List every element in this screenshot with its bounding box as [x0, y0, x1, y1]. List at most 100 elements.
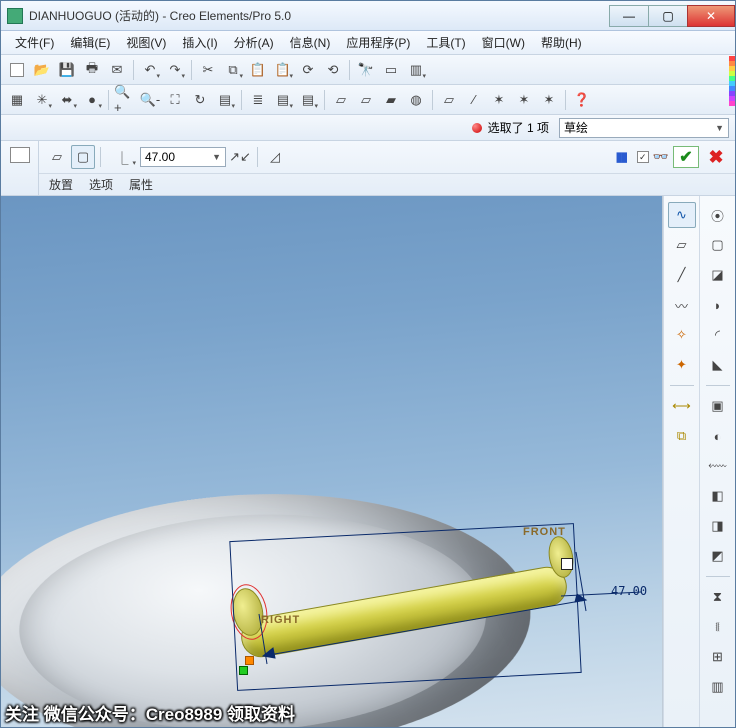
selfilter-button[interactable]: ▥	[404, 58, 428, 82]
redo-button[interactable]: ↷	[163, 58, 187, 82]
project-icon[interactable]: ▥	[704, 674, 732, 700]
shading-button[interactable]: ◍	[404, 88, 428, 112]
datum-point-toggle[interactable]: ✶	[487, 88, 511, 112]
spin-center-button[interactable]: ✳	[30, 88, 54, 112]
wave-icon[interactable]: 〰	[668, 292, 696, 318]
undo-button[interactable]: ↶	[138, 58, 162, 82]
orient-button[interactable]: ⬌	[55, 88, 79, 112]
sweep-icon[interactable]: ⬳	[704, 453, 732, 479]
regen-auto-button[interactable]: ⟲	[321, 58, 345, 82]
cut-button[interactable]: ✂	[196, 58, 220, 82]
datum-plane-toggle[interactable]: ▱	[437, 88, 461, 112]
extrude-icon[interactable]: ▣	[704, 393, 732, 419]
depth-type-button[interactable]: ⎿	[106, 145, 138, 169]
find-button[interactable]: 🔭	[354, 58, 378, 82]
datum-axis-toggle[interactable]: ⁄	[462, 88, 486, 112]
annot-toggle[interactable]: ✶	[537, 88, 561, 112]
dimension-icon[interactable]: ⟷	[668, 393, 696, 419]
menu-info[interactable]: 信息(N)	[282, 31, 339, 54]
rib-icon[interactable]: ◪	[704, 262, 732, 288]
menu-window[interactable]: 窗口(W)	[474, 31, 533, 54]
menu-app[interactable]: 应用程序(P)	[338, 31, 418, 54]
separator	[565, 90, 566, 110]
menu-edit[interactable]: 编辑(E)	[62, 31, 118, 54]
minimize-button[interactable]: —	[609, 5, 649, 27]
menu-tools[interactable]: 工具(T)	[418, 31, 473, 54]
record-icon	[472, 123, 482, 133]
separator	[133, 60, 134, 80]
maximize-button[interactable]: ▢	[648, 5, 688, 27]
app-window: DIANHUOGUO (活动的) - Creo Elements/Pro 5.0…	[0, 0, 736, 728]
shell-icon[interactable]: ▢	[704, 232, 732, 258]
regen-button[interactable]: ⟳	[296, 58, 320, 82]
flip-depth-button[interactable]: ↗↙	[228, 145, 252, 169]
depth-value-input[interactable]: 47.00 ▼	[140, 147, 226, 167]
paste-button[interactable]: 📋	[246, 58, 270, 82]
blend-icon[interactable]: ◧	[704, 483, 732, 509]
ok-button[interactable]: ✔	[673, 146, 699, 168]
mirror-icon[interactable]: ⧗	[704, 584, 732, 610]
layers-button[interactable]: ≣	[246, 88, 270, 112]
model-tree-button[interactable]: ▤	[296, 88, 320, 112]
reorient-button[interactable]: ↻	[188, 88, 212, 112]
pattern-icon[interactable]: ⊞	[704, 644, 732, 670]
surface-toggle[interactable]: ▢	[71, 145, 95, 169]
print-button[interactable]: 🖶	[80, 58, 104, 82]
line-icon[interactable]: ╱	[668, 262, 696, 288]
tab-props[interactable]: 属性	[129, 176, 153, 193]
no-hidden-button[interactable]: ▰	[379, 88, 403, 112]
shade-button[interactable]: ●	[80, 88, 104, 112]
selection-filter-combo[interactable]: 草绘 ▼	[559, 118, 729, 138]
remove-material-button[interactable]: ◿	[263, 145, 287, 169]
save-button[interactable]: 💾	[55, 58, 79, 82]
zoomin-button[interactable]: 🔍+	[113, 88, 137, 112]
boundary-icon[interactable]: ◩	[704, 543, 732, 569]
chamfer-icon[interactable]: ◣	[704, 352, 732, 378]
dashboard-tabs: 放置 选项 属性	[39, 173, 735, 195]
preview-checkbox[interactable]: ✓	[637, 151, 649, 163]
refit-button[interactable]: ⛶	[163, 88, 187, 112]
selection-filter-value: 草绘	[564, 119, 588, 136]
hidden-line-button[interactable]: ▱	[354, 88, 378, 112]
close-button[interactable]: ✕	[687, 5, 735, 27]
solid-toggle[interactable]: ▱	[45, 145, 69, 169]
csys-icon[interactable]: ✦	[668, 352, 696, 378]
dimension-value[interactable]: 47.00	[611, 584, 647, 598]
menu-file[interactable]: 文件(F)	[7, 31, 62, 54]
view-mgr-button[interactable]: ▤	[271, 88, 295, 112]
spline-icon[interactable]: ∿	[668, 202, 696, 228]
datum-csys-toggle[interactable]: ✶	[512, 88, 536, 112]
wireframe-button[interactable]: ▱	[329, 88, 353, 112]
zoomout-button[interactable]: 🔍-	[138, 88, 162, 112]
menu-help[interactable]: 帮助(H)	[533, 31, 590, 54]
menu-insert[interactable]: 插入(I)	[174, 31, 225, 54]
hole-icon[interactable]: ⦿	[704, 202, 732, 228]
menu-view[interactable]: 视图(V)	[118, 31, 174, 54]
selbox-button[interactable]: ▭	[379, 58, 403, 82]
mail-button[interactable]: ✉	[105, 58, 129, 82]
saved-views-button[interactable]: ▤	[213, 88, 237, 112]
tab-place[interactable]: 放置	[49, 176, 73, 193]
separator	[191, 60, 192, 80]
merge-icon[interactable]: ⧛	[704, 614, 732, 640]
draft-icon[interactable]: ◗	[704, 292, 732, 318]
paste-special-button[interactable]: 📋	[271, 58, 295, 82]
copy-button[interactable]: ⧉	[221, 58, 245, 82]
tab-options[interactable]: 选项	[89, 176, 113, 193]
open-button[interactable]: 📂	[30, 58, 54, 82]
swept-blend-icon[interactable]: ◨	[704, 513, 732, 539]
cancel-button[interactable]: ✖	[703, 146, 729, 168]
point-icon[interactable]: ✧	[668, 322, 696, 348]
revolve-icon[interactable]: ◐	[704, 423, 732, 449]
pause-button[interactable]: ▮▮	[609, 145, 633, 169]
side-toolbar-sketch: ∿ ▱ ╱ 〰 ✧ ✦ ⟷ ⧉	[663, 196, 699, 727]
round-icon[interactable]: ◜	[704, 322, 732, 348]
menu-analysis[interactable]: 分析(A)	[226, 31, 282, 54]
parallelogram-icon[interactable]: ▱	[668, 232, 696, 258]
help-button[interactable]: ❓	[570, 88, 594, 112]
chain-icon[interactable]: ⧉	[668, 423, 696, 449]
new-button[interactable]	[5, 58, 29, 82]
side-toolbar-features: ⦿ ▢ ◪ ◗ ◜ ◣ ▣ ◐ ⬳ ◧ ◨ ◩ ⧗ ⧛ ⊞ ▥	[699, 196, 735, 727]
3d-viewport[interactable]: 47.00 FRONT RIGHT PRT_CSYS_DEF 关注 微信公众号：…	[1, 196, 663, 727]
repaint-button[interactable]: ▦	[5, 88, 29, 112]
